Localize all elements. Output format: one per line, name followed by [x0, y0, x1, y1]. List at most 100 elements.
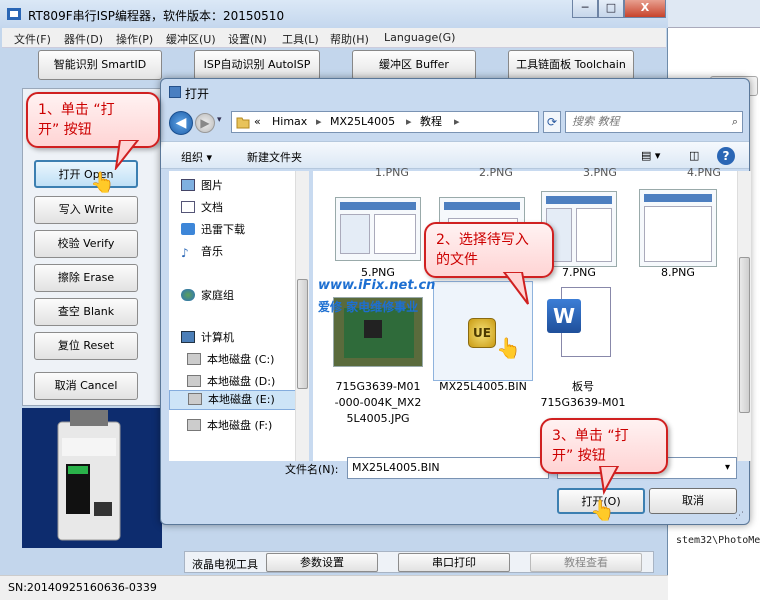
file-list-scrollbar-thumb[interactable] [739, 257, 750, 413]
back-arrow-icon[interactable]: ◀ [169, 111, 193, 135]
step2-callout-pointer [502, 272, 529, 305]
menu-help[interactable]: 帮助(H) [330, 31, 369, 47]
file-name-board-jpg-line2[interactable]: -000-004K_MX2 [327, 395, 429, 411]
download-icon [181, 223, 195, 235]
breadcrumb-tutorial[interactable]: 教程 [420, 112, 442, 132]
erase-button[interactable]: 擦除 Erase [34, 264, 138, 292]
nav-computer-label: 计算机 [201, 331, 234, 344]
nav-homegroup-label: 家庭组 [201, 289, 234, 302]
close-button[interactable]: X [624, 0, 666, 18]
file-thumbnail-8png[interactable] [639, 189, 717, 267]
breadcrumb-himax[interactable]: Himax [272, 112, 307, 132]
verify-button[interactable]: 校验 Verify [34, 230, 138, 258]
file-name-board-jpg-line1[interactable]: 715G3639-M01 [327, 379, 429, 395]
file-name-8png[interactable]: 8.PNG [643, 265, 713, 281]
serial-number: SN:20140925160636-0339 [8, 581, 157, 594]
drive-icon [188, 393, 202, 405]
minimize-button[interactable]: ─ [572, 0, 598, 18]
nav-scrollbar[interactable] [295, 171, 309, 461]
step2-line2: 的文件 [436, 252, 478, 268]
file-name-2png[interactable]: 2.PNG [461, 165, 531, 181]
computer-icon [181, 331, 195, 343]
breadcrumb-separator: ▸ [454, 115, 460, 128]
refresh-icon[interactable]: ⟳ [543, 111, 561, 133]
breadcrumb-overflow[interactable]: « [254, 112, 261, 132]
file-name-4png[interactable]: 4.PNG [669, 165, 739, 181]
menu-buffer[interactable]: 缓冲区(U) [166, 31, 216, 47]
file-name-1png[interactable]: 1.PNG [357, 165, 427, 181]
binary-file-icon: UE [468, 318, 496, 348]
music-icon: ♪ [181, 246, 189, 260]
menu-tools[interactable]: 工具(L) [282, 31, 319, 47]
file-name-doc-line1[interactable]: 板号 [543, 379, 623, 395]
app-titlebar: RT809F串行ISP编程器，软件版本：20150510 [0, 0, 668, 28]
blank-check-button[interactable]: 查空 Blank [34, 298, 138, 326]
app-title: RT809F串行ISP编程器，软件版本：20150510 [28, 9, 285, 23]
filename-input[interactable]: MX25L4005.BIN [347, 457, 549, 479]
search-icon: ⌕ [731, 115, 738, 128]
nav-drive-d[interactable]: 本地磁盘 (D:) [187, 373, 275, 389]
nav-scrollbar-thumb[interactable] [297, 279, 308, 389]
file-name-bin[interactable]: MX25L4005.BIN [429, 379, 537, 395]
nav-documents-label: 文档 [201, 201, 223, 214]
nav-documents[interactable]: 文档 [181, 199, 223, 215]
lcd-tv-tools-label[interactable]: 液晶电视工具 [192, 556, 258, 572]
help-icon[interactable]: ? [717, 147, 735, 165]
autoisp-button[interactable]: ISP自动识别 AutoISP [194, 50, 320, 80]
nav-computer[interactable]: 计算机 [181, 329, 234, 345]
nav-homegroup[interactable]: 家庭组 [181, 287, 234, 303]
forward-arrow-icon[interactable]: ▶ [195, 113, 215, 133]
nav-drive-e[interactable]: 本地磁盘 (E:) [169, 390, 299, 410]
breadcrumb-separator: ▸ [316, 115, 322, 128]
address-bar[interactable]: « Himax ▸ MX25L4005 ▸ 教程 ▸ [231, 111, 539, 133]
step2-callout: 2、选择待写入 的文件 [424, 222, 554, 278]
nav-drive-f[interactable]: 本地磁盘 (F:) [187, 417, 272, 433]
menu-device[interactable]: 器件(D) [64, 31, 103, 47]
file-list-scrollbar[interactable] [737, 171, 751, 461]
menu-settings[interactable]: 设置(N) [228, 31, 267, 47]
search-input[interactable]: 搜索 教程 ⌕ [565, 111, 743, 133]
maximize-button[interactable]: □ [598, 0, 624, 18]
click-hand-icon: 👆 [590, 498, 615, 522]
menu-operation[interactable]: 操作(P) [116, 31, 153, 47]
step3-line2: 开” 按钮 [552, 448, 606, 464]
step1-line2: 开” 按钮 [38, 122, 92, 138]
view-options-icon[interactable]: ▤ ▾ [641, 149, 660, 162]
menu-language[interactable]: Language(G) [384, 31, 455, 44]
nav-pictures[interactable]: 图片 [181, 177, 223, 193]
reset-button[interactable]: 复位 Reset [34, 332, 138, 360]
address-row: ◀ ▶ ▾ « Himax ▸ MX25L4005 ▸ 教程 ▸ ⟳ 搜索 教程… [169, 111, 743, 135]
file-name-3png[interactable]: 3.PNG [565, 165, 635, 181]
nav-drive-d-label: 本地磁盘 (D:) [207, 375, 276, 388]
word-document-icon[interactable]: W [547, 287, 617, 367]
tutorial-view-button[interactable]: 教程查看 [530, 553, 642, 572]
toolchain-button[interactable]: 工具链面板 Toolchain [508, 50, 634, 80]
recent-dropdown-icon[interactable]: ▾ [217, 115, 222, 125]
smartid-button[interactable]: 智能识别 SmartID [38, 50, 162, 80]
breadcrumb-separator: ▸ [406, 115, 412, 128]
status-bar: SN:20140925160636-0339 [0, 575, 668, 600]
organize-menu[interactable]: 组织 ▾ [181, 149, 212, 165]
dialog-cancel-button[interactable]: 取消 [649, 488, 737, 514]
parameter-settings-button[interactable]: 参数设置 [266, 553, 378, 572]
serial-print-button[interactable]: 串口打印 [398, 553, 510, 572]
buffer-button[interactable]: 缓冲区 Buffer [352, 50, 476, 80]
resize-grip-icon[interactable]: ⋰ [735, 511, 744, 521]
menu-file[interactable]: 文件(F) [14, 31, 51, 47]
nav-drive-c[interactable]: 本地磁盘 (C:) [187, 351, 274, 367]
file-thumbnail-5png[interactable] [335, 197, 421, 261]
background-titlebar [668, 0, 760, 28]
file-name-board-jpg-line3[interactable]: 5L4005.JPG [327, 411, 429, 427]
cancel-operation-button[interactable]: 取消 Cancel [34, 372, 138, 400]
new-folder-button[interactable]: 新建文件夹 [247, 149, 302, 165]
breadcrumb-mx25l4005[interactable]: MX25L4005 [330, 112, 395, 132]
file-name-doc-line2[interactable]: 715G3639-M01 [535, 395, 631, 411]
write-button[interactable]: 写入 Write [34, 196, 138, 224]
preview-pane-icon[interactable]: ◫ [689, 149, 699, 162]
click-hand-icon: 👆 [496, 336, 521, 360]
homegroup-icon [181, 289, 195, 301]
nav-xunlei-downloads[interactable]: 迅雷下载 [181, 221, 245, 237]
pictures-icon [181, 179, 195, 191]
nav-music[interactable]: ♪ 音乐 [181, 243, 223, 259]
programmer-device-image [57, 410, 121, 541]
